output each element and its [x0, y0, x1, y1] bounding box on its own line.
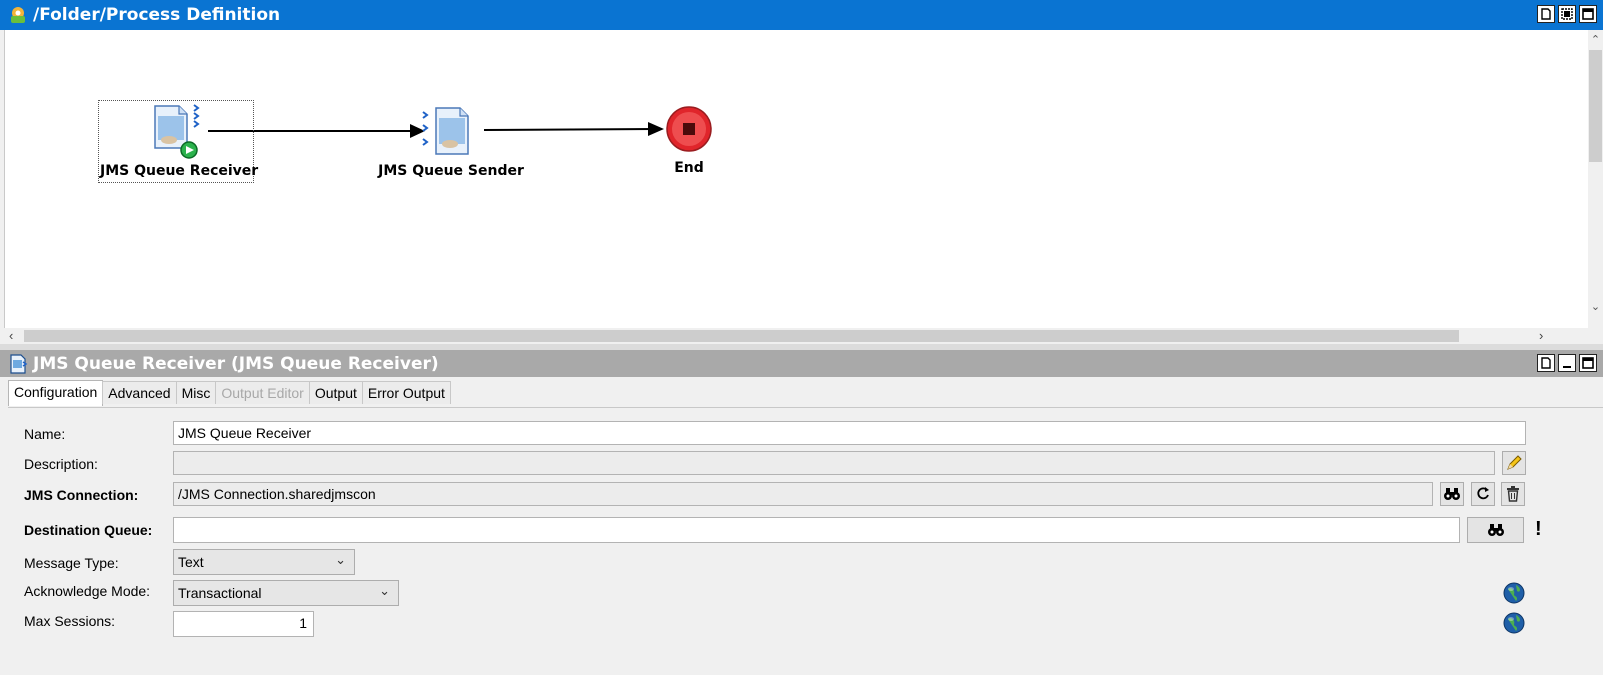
scroll-thumb[interactable]: [1589, 50, 1602, 162]
scroll-thumb[interactable]: [24, 330, 1459, 342]
jms-sender-icon: [422, 107, 469, 155]
binoculars-icon: [1444, 488, 1460, 500]
horizontal-scrollbar[interactable]: ‹ ›: [4, 328, 1588, 344]
destination-queue-field[interactable]: [173, 517, 1460, 543]
scroll-left-icon[interactable]: ‹: [9, 328, 13, 343]
message-type-label: Message Type:: [24, 555, 119, 571]
trash-icon: [1507, 486, 1519, 502]
scroll-down-icon[interactable]: ⌄: [1588, 300, 1603, 313]
tab-misc[interactable]: Misc: [175, 381, 217, 404]
destination-queue-label: Destination Queue:: [24, 522, 153, 538]
minimize-button[interactable]: [1558, 354, 1576, 372]
node-label: End: [674, 160, 704, 176]
vertical-scrollbar[interactable]: ⌃ ⌄: [1588, 30, 1603, 328]
chevron-down-icon: ⌄: [379, 583, 390, 598]
properties-tabs: Configuration Advanced Misc Output Edito…: [8, 380, 451, 407]
tab-output-editor: Output Editor: [215, 381, 310, 404]
message-type-select[interactable]: Text ⌄: [173, 549, 355, 575]
jms-connection-field[interactable]: /JMS Connection.sharedjmscon: [173, 482, 1433, 506]
clear-connection-button[interactable]: [1501, 482, 1525, 506]
maximize-button[interactable]: [1579, 354, 1597, 372]
jms-activity-icon: [10, 354, 28, 374]
end-stop-icon: [666, 106, 712, 152]
restore-button[interactable]: [1537, 354, 1555, 372]
acknowledge-mode-value: Transactional: [178, 585, 262, 601]
pencil-icon: [1507, 455, 1522, 470]
properties-title-bar: JMS Queue Receiver (JMS Queue Receiver): [0, 350, 1603, 377]
node-jms-queue-receiver[interactable]: JMS Queue Receiver: [100, 102, 259, 179]
maximize-icon: [1582, 357, 1594, 369]
browse-queue-button[interactable]: [1467, 517, 1524, 543]
name-field[interactable]: JMS Queue Receiver: [173, 421, 1526, 445]
message-type-value: Text: [178, 554, 204, 570]
node-label: JMS Queue Receiver: [100, 163, 259, 179]
globe-icon[interactable]: [1503, 612, 1525, 634]
max-sessions-field[interactable]: 1: [173, 611, 314, 637]
tab-configuration[interactable]: Configuration: [8, 380, 104, 406]
edit-description-button[interactable]: [1502, 451, 1526, 475]
refresh-connection-button[interactable]: [1471, 482, 1495, 506]
name-label: Name:: [24, 426, 66, 442]
required-marker-icon: !: [1535, 518, 1542, 540]
scroll-up-icon[interactable]: ⌃: [1588, 33, 1603, 46]
properties-title: JMS Queue Receiver (JMS Queue Receiver): [33, 354, 439, 374]
chevron-down-icon: ⌄: [335, 552, 346, 567]
max-sessions-label: Max Sessions:: [24, 613, 116, 629]
refresh-icon: [1477, 487, 1489, 500]
browse-connection-button[interactable]: [1440, 482, 1464, 506]
acknowledge-mode-select[interactable]: Transactional ⌄: [173, 580, 399, 606]
description-label: Description:: [24, 456, 98, 472]
tab-advanced[interactable]: Advanced: [102, 381, 177, 404]
acknowledge-mode-label: Acknowledge Mode:: [24, 583, 151, 599]
binoculars-icon: [1487, 524, 1504, 536]
description-field[interactable]: [173, 451, 1495, 475]
globe-icon[interactable]: [1503, 582, 1525, 604]
restore-icon: [1541, 357, 1551, 369]
node-label: JMS Queue Sender: [378, 163, 524, 179]
minimize-icon: [1563, 366, 1571, 368]
tab-error-output[interactable]: Error Output: [361, 381, 451, 404]
tab-output[interactable]: Output: [308, 381, 363, 404]
jms-connection-label: JMS Connection:: [24, 487, 139, 503]
node-jms-queue-sender[interactable]: JMS Queue Sender: [376, 106, 526, 179]
node-end[interactable]: End: [659, 105, 719, 176]
jms-receiver-icon: [154, 104, 200, 159]
scroll-right-icon[interactable]: ›: [1539, 328, 1543, 343]
